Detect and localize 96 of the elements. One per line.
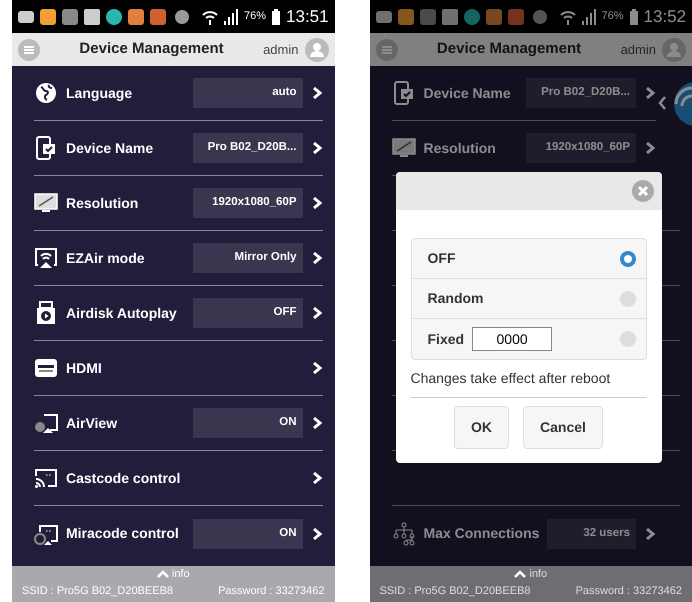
chevron-left-icon bbox=[658, 96, 666, 110]
chevron-right-icon bbox=[644, 526, 656, 540]
setting-value: ON bbox=[192, 408, 302, 438]
setting-value: auto bbox=[192, 78, 302, 108]
page-title: Device Management bbox=[436, 39, 582, 60]
globe-icon bbox=[34, 81, 58, 105]
status-icon bbox=[174, 8, 190, 26]
cast-screen-icon bbox=[34, 466, 58, 490]
settings-row[interactable]: Miracode control ON bbox=[34, 506, 322, 561]
setting-label: HDMI bbox=[66, 358, 103, 378]
setting-label: Resolution bbox=[424, 138, 497, 158]
radio-option[interactable]: Random bbox=[412, 279, 646, 319]
reboot-note: Changes take effect after reboot bbox=[410, 368, 646, 398]
user-avatar-icon[interactable] bbox=[662, 38, 686, 62]
disk-play-icon bbox=[34, 301, 58, 325]
ssid-text: SSID : Pro5G B02_D20BEEB8 bbox=[22, 584, 174, 599]
settings-row[interactable]: HDMI bbox=[34, 341, 322, 396]
phone-check-icon bbox=[34, 136, 58, 160]
setting-label: Castcode control bbox=[66, 468, 182, 488]
menu-icon[interactable] bbox=[18, 38, 40, 60]
clock-time: 13:51 bbox=[286, 6, 329, 28]
signal-icon bbox=[224, 8, 238, 24]
battery-icon bbox=[272, 8, 280, 24]
password-text: Password : 33273462 bbox=[576, 584, 682, 599]
chevron-right-icon bbox=[310, 416, 322, 430]
wifi-icon bbox=[560, 8, 576, 24]
setting-label: Device Name bbox=[66, 138, 154, 158]
setting-value: OFF bbox=[192, 298, 302, 328]
battery-level: 76% bbox=[602, 9, 624, 24]
clock-time: 13:52 bbox=[644, 6, 686, 28]
setting-label: Miracode control bbox=[66, 524, 180, 543]
chevron-up-icon bbox=[514, 570, 526, 578]
info-toggle[interactable]: info bbox=[529, 566, 548, 582]
close-icon[interactable] bbox=[632, 180, 654, 202]
menu-icon[interactable] bbox=[376, 38, 398, 60]
screen-wifi-icon bbox=[34, 246, 58, 270]
battery-level: 76% bbox=[244, 9, 266, 24]
settings-row[interactable]: Device Name Pro B02_D20B... bbox=[34, 121, 322, 176]
chevron-right-icon bbox=[310, 86, 322, 100]
screen-cast-icon bbox=[34, 411, 58, 435]
settings-row[interactable]: AirView ON bbox=[34, 396, 322, 451]
ssid-text: SSID : Pro5G B02_D20BEEB8 bbox=[380, 584, 531, 599]
cancel-button[interactable]: Cancel bbox=[523, 406, 603, 449]
setting-value: 1920x1080_60P bbox=[526, 133, 636, 163]
username: admin bbox=[263, 40, 298, 59]
chevron-right-icon bbox=[310, 526, 322, 540]
option-label: Fixed bbox=[428, 330, 464, 348]
setting-label: Max Connections bbox=[424, 524, 540, 543]
setting-label: EZAir mode bbox=[66, 248, 146, 268]
setting-value: Mirror Only bbox=[192, 243, 302, 273]
setting-label: AirView bbox=[66, 414, 118, 432]
username: admin bbox=[620, 40, 656, 59]
chevron-right-icon bbox=[310, 141, 322, 155]
radio-option[interactable]: OFF bbox=[412, 239, 646, 279]
settings-row[interactable]: Max Connections 32 users bbox=[392, 506, 656, 561]
chevron-up-icon bbox=[156, 570, 169, 578]
chevron-right-icon bbox=[644, 86, 656, 100]
setting-label: Resolution bbox=[66, 194, 140, 212]
monitor-icon bbox=[34, 191, 58, 215]
node-tree-icon bbox=[392, 522, 416, 546]
setting-label: Device Name bbox=[424, 84, 512, 102]
setting-value: ON bbox=[192, 518, 302, 548]
setting-value: 1920x1080_60P bbox=[192, 188, 302, 218]
settings-row[interactable]: Device Name Pro B02_D20B... bbox=[392, 66, 656, 121]
radio-option[interactable]: Fixed 0000 bbox=[412, 319, 646, 359]
hdmi-port-icon bbox=[34, 356, 58, 380]
settings-row[interactable]: EZAir mode Mirror Only bbox=[34, 231, 322, 286]
signal-icon bbox=[582, 8, 596, 24]
ok-button[interactable]: OK bbox=[454, 406, 510, 449]
setting-label: Language bbox=[66, 84, 134, 103]
chevron-right-icon bbox=[310, 306, 322, 320]
wifi-icon bbox=[202, 8, 218, 24]
radio-icon bbox=[620, 250, 636, 266]
settings-row[interactable]: Castcode control bbox=[34, 451, 322, 506]
code-input-field[interactable]: 0000 bbox=[472, 327, 552, 351]
setting-value: Pro B02_D20B... bbox=[526, 78, 636, 108]
phone-check-icon bbox=[392, 81, 416, 105]
chevron-right-icon bbox=[310, 471, 322, 485]
page-title: Device Management bbox=[78, 39, 225, 60]
status-icon bbox=[532, 8, 548, 26]
chevron-right-icon bbox=[310, 196, 322, 210]
chevron-right-icon bbox=[644, 141, 656, 155]
password-text: Password : 33273462 bbox=[218, 584, 324, 599]
radio-icon bbox=[620, 331, 636, 347]
battery-icon bbox=[630, 8, 638, 24]
radio-icon bbox=[620, 290, 636, 306]
monitor-icon bbox=[392, 136, 416, 160]
chevron-right-icon bbox=[310, 251, 322, 265]
setting-value: 32 users bbox=[547, 518, 636, 548]
settings-row[interactable]: Language auto bbox=[34, 66, 322, 121]
settings-row[interactable]: Resolution 1920x1080_60P bbox=[34, 176, 322, 231]
chevron-right-icon bbox=[310, 361, 322, 375]
user-avatar-icon[interactable] bbox=[304, 38, 328, 62]
settings-row[interactable]: Airdisk Autoplay OFF bbox=[34, 286, 322, 341]
setting-value: Pro B02_D20B... bbox=[192, 133, 302, 163]
setting-label: Airdisk Autoplay bbox=[66, 304, 178, 323]
